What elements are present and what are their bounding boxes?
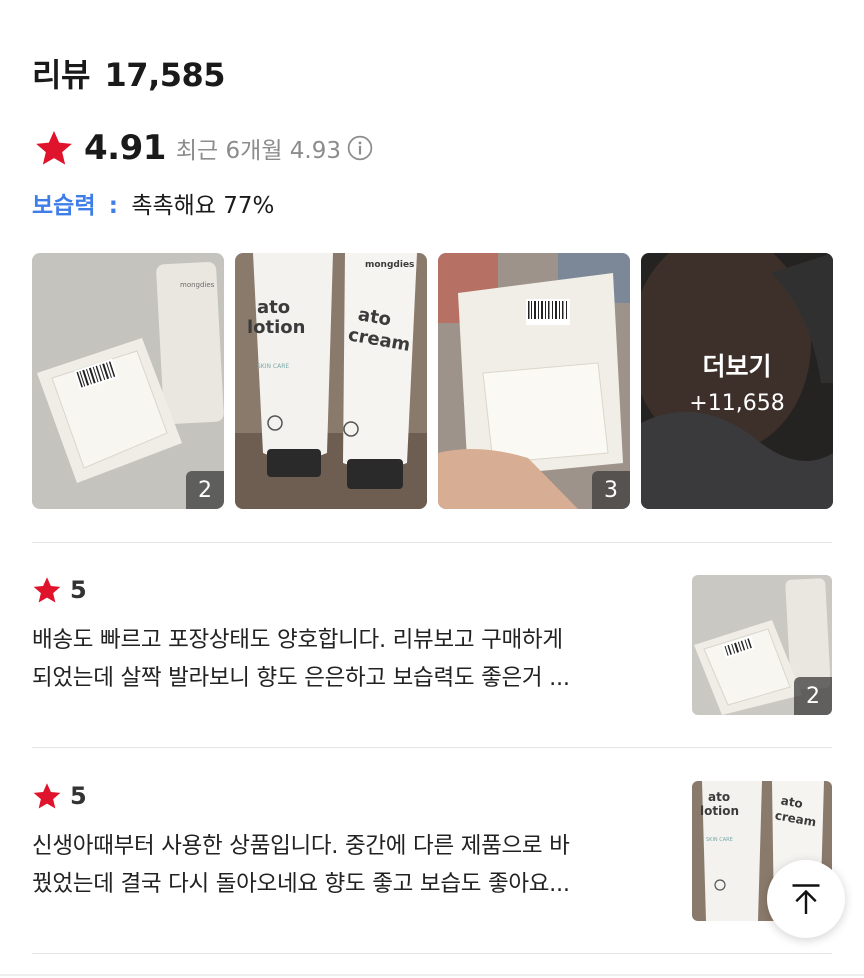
review2-skincare: SKIN CARE xyxy=(706,837,733,843)
more-photos-count: +11,658 xyxy=(689,390,785,416)
section-divider xyxy=(32,953,832,954)
review-item[interactable]: 5 신생아때부터 사용한 상품입니다. 중간에 다른 제품으로 바 꿨었는데 결… xyxy=(32,781,832,921)
review-text: 배송도 빠르고 포장상태도 양호합니다. 리뷰보고 구매하게 되었는데 살짝 발… xyxy=(32,621,672,697)
star-icon xyxy=(33,577,61,603)
moisture-summary: 보습력 : 촉촉해요 77% xyxy=(32,186,274,220)
scroll-to-top-button[interactable] xyxy=(767,860,845,938)
review2-lotion-word2: lotion xyxy=(700,804,739,818)
arrow-up-to-top-icon xyxy=(792,884,820,914)
review-item[interactable]: 5 배송도 빠르고 포장상태도 양호합니다. 리뷰보고 구매하게 되었는데 살짝… xyxy=(32,575,832,715)
review-section-title: 리뷰 17,585 xyxy=(32,50,226,96)
gallery-photo-2[interactable]: ato lotion SKIN CARE mongdies ato cream xyxy=(235,253,427,509)
photo2-brand-text: mongdies xyxy=(365,260,414,270)
bottom-divider xyxy=(0,974,864,976)
review-photo[interactable]: 2 xyxy=(692,575,832,715)
photo-count-badge: 3 xyxy=(592,471,630,509)
section-divider xyxy=(32,542,832,543)
recent-rating-label: 최근 6개월 xyxy=(175,138,283,164)
star-icon xyxy=(36,131,72,165)
recent-rating-value: 4.93 xyxy=(289,138,342,164)
review-text-line: 신생아때부터 사용한 상품입니다. 중간에 다른 제품으로 바 xyxy=(32,833,570,859)
photo2-lotion-word1: ato xyxy=(257,297,290,318)
more-photos-label: 더보기 xyxy=(702,351,772,381)
photo-count-badge: 2 xyxy=(794,677,832,715)
gallery-more-button[interactable]: 더보기 +11,658 xyxy=(641,253,833,509)
moisture-colon: : xyxy=(108,193,118,219)
section-divider xyxy=(32,747,832,748)
recent-rating: 최근 6개월 4.93 xyxy=(176,131,341,165)
gallery-photo-3[interactable]: 3 xyxy=(438,253,630,509)
review-title-label: 리뷰 xyxy=(32,56,90,94)
review-count: 17,585 xyxy=(104,56,226,94)
lotion-cream-tubes-photo: ato lotion SKIN CARE mongdies ato cream xyxy=(235,253,427,509)
review-text-line: 배송도 빠르고 포장상태도 양호합니다. 리뷰보고 구매하게 xyxy=(32,627,563,653)
moisture-label: 보습력 xyxy=(32,193,96,219)
star-icon xyxy=(33,783,61,809)
more-photos-overlay: 더보기 +11,658 xyxy=(641,253,833,509)
gallery-photo-1[interactable]: mongdies 2 xyxy=(32,253,224,509)
review-score: 5 xyxy=(70,782,87,810)
photo2-lotion-skincare: SKIN CARE xyxy=(257,363,289,370)
review-text: 신생아때부터 사용한 상품입니다. 중간에 다른 제품으로 바 꿨었는데 결국 … xyxy=(32,827,672,903)
info-icon[interactable] xyxy=(347,135,373,161)
review2-lotion-word1: ato xyxy=(708,790,730,804)
photo2-lotion-word2: lotion xyxy=(247,317,306,338)
review-score: 5 xyxy=(70,576,87,604)
review-text-line: 꿨었는데 결국 다시 돌아오네요 향도 좋고 보습도 좋아요... xyxy=(32,871,570,897)
average-rating: 4.91 xyxy=(84,128,166,168)
photo-gallery: mongdies 2 ato lotion SKIN CARE mongdies… xyxy=(32,253,833,509)
moisture-value: 촉촉해요 77% xyxy=(131,193,275,219)
photo1-brand-text: mongdies xyxy=(180,281,215,289)
photo-count-badge: 2 xyxy=(186,471,224,509)
rating-summary: 4.91 최근 6개월 4.93 xyxy=(34,128,373,168)
review-text-line: 되었는데 살짝 발라보니 향도 은은하고 보습력도 좋은거 ... xyxy=(32,665,570,691)
